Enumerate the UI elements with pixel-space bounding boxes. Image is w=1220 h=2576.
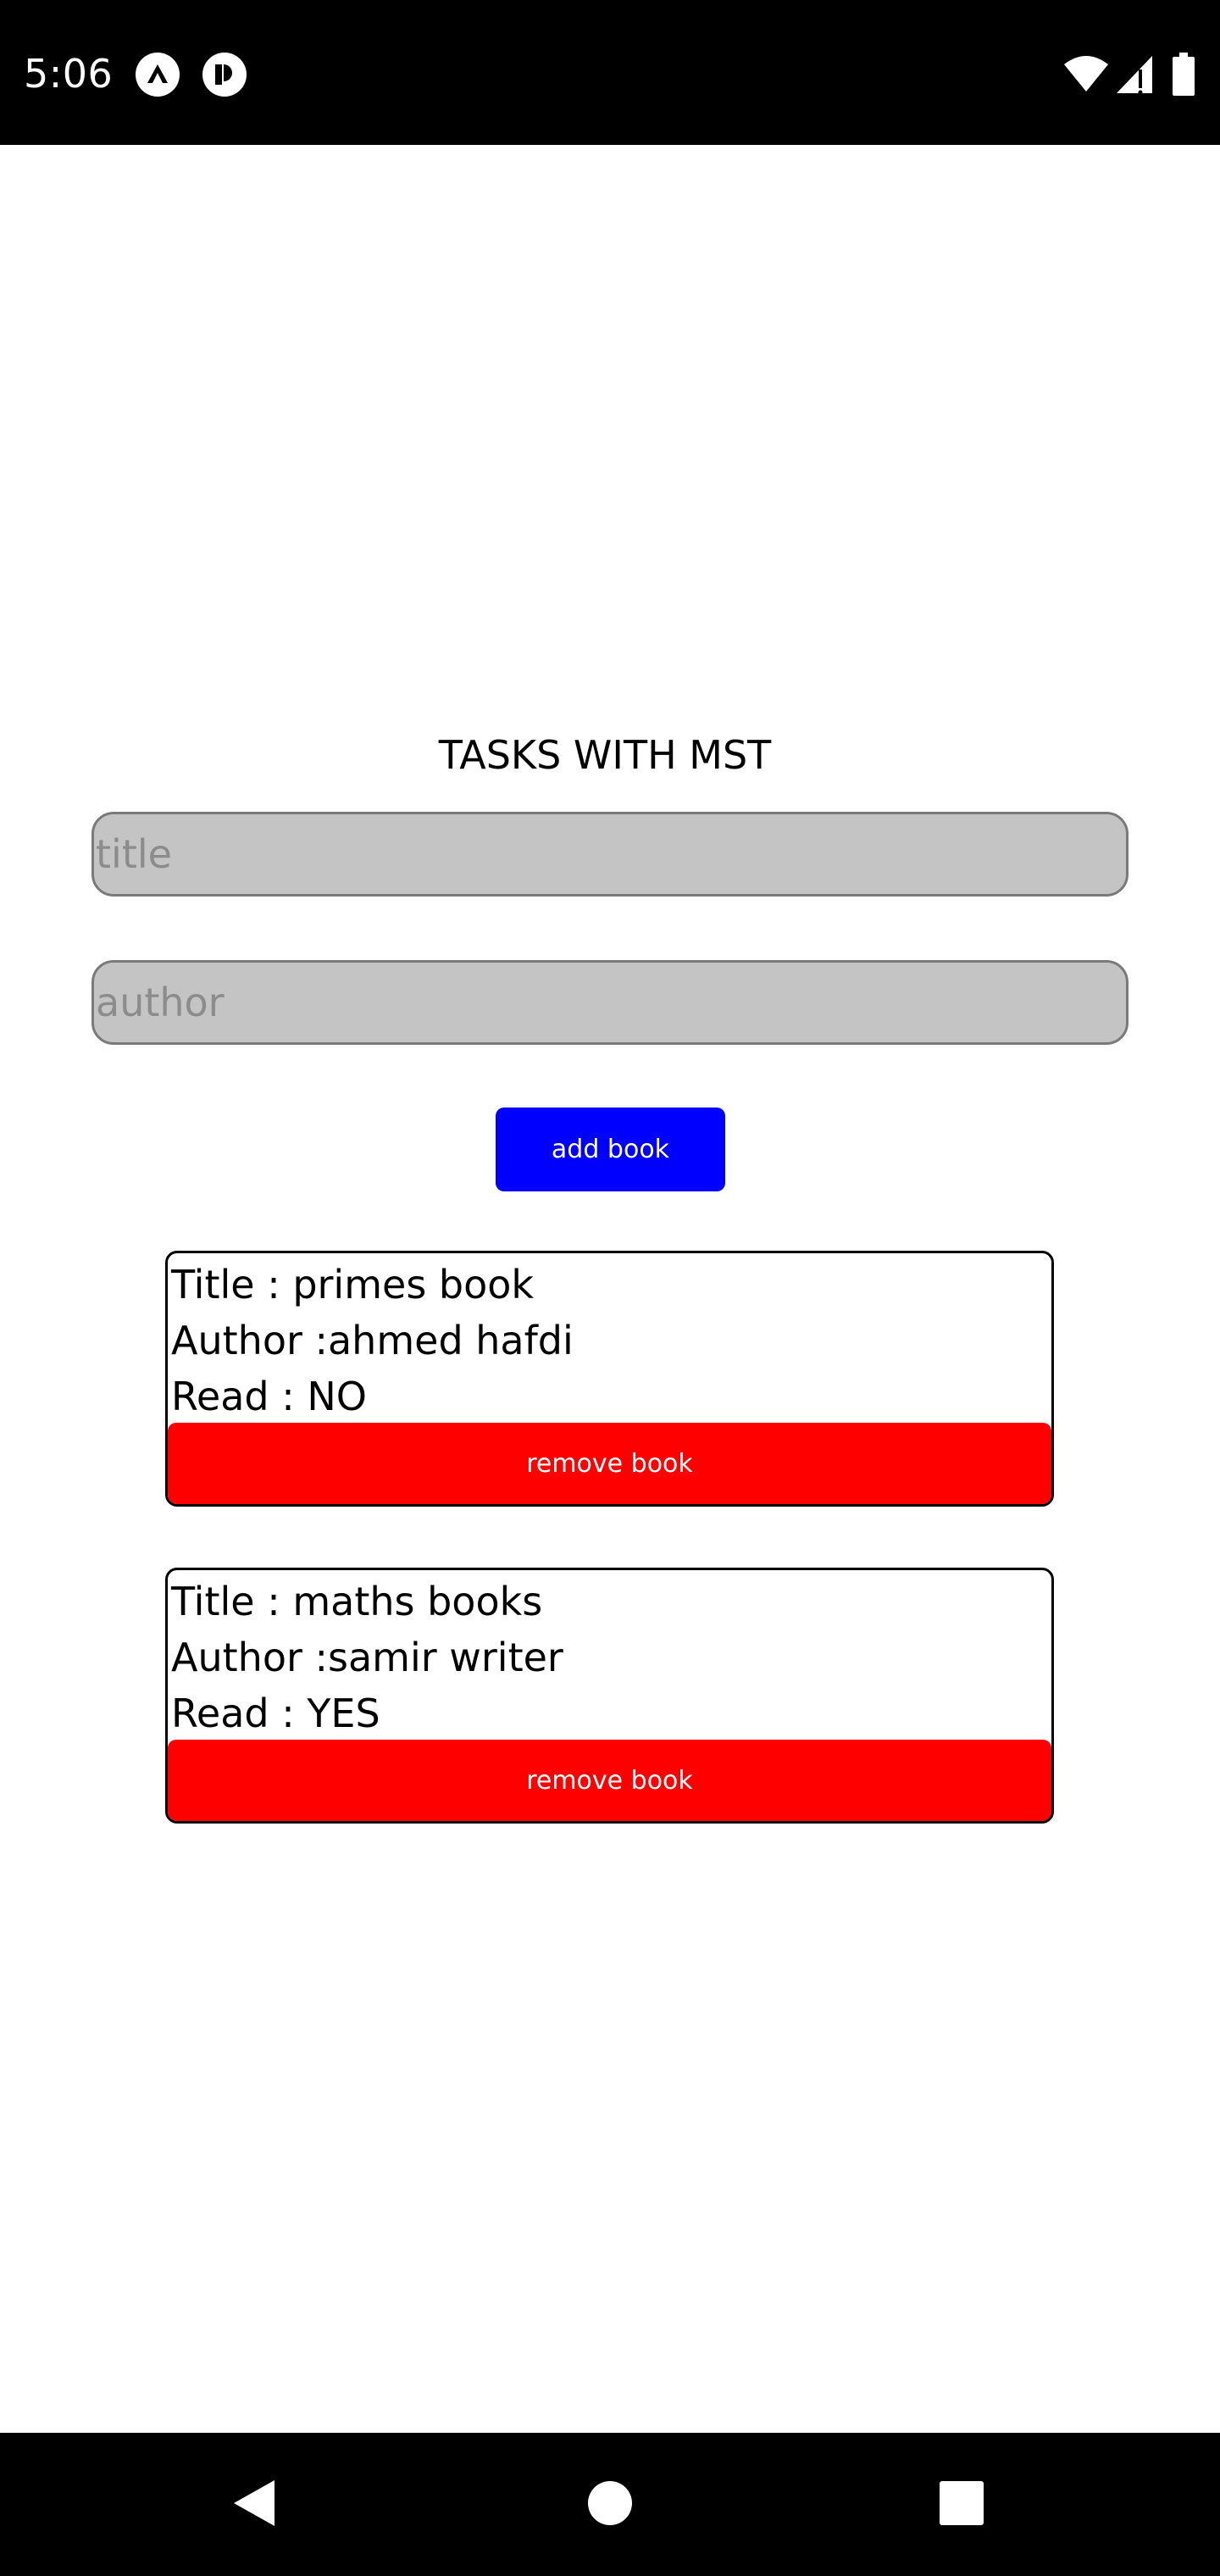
wifi-icon xyxy=(1062,53,1110,97)
add-book-button[interactable]: add book xyxy=(496,1108,725,1191)
book-read-status: Read : NO xyxy=(171,1374,367,1419)
app-a-icon xyxy=(136,53,180,97)
cell-signal-icon xyxy=(1115,53,1154,97)
home-icon[interactable] xyxy=(582,2475,638,2531)
app-r-icon xyxy=(202,53,247,97)
battery-icon xyxy=(1171,53,1196,97)
book-author: Author :samir writer xyxy=(171,1635,563,1680)
book-card: Title : maths books Author :samir writer… xyxy=(165,1568,1054,1824)
author-input[interactable] xyxy=(92,960,1128,1045)
book-title: Title : maths books xyxy=(171,1579,543,1624)
title-input[interactable] xyxy=(92,812,1128,897)
book-card: Title : primes book Author :ahmed hafdi … xyxy=(165,1251,1054,1507)
status-time: 5:06 xyxy=(24,51,114,97)
back-icon[interactable] xyxy=(227,2475,283,2531)
navigation-bar xyxy=(0,2433,1220,2576)
remove-book-button[interactable]: remove book xyxy=(168,1740,1051,1821)
book-title: Title : primes book xyxy=(171,1262,535,1307)
status-bar: 5:06 xyxy=(0,0,1220,145)
book-read-status: Read : YES xyxy=(171,1690,380,1736)
book-author: Author :ahmed hafdi xyxy=(171,1318,574,1363)
remove-book-button[interactable]: remove book xyxy=(168,1423,1051,1504)
recents-icon[interactable] xyxy=(934,2475,990,2531)
page-title: TASKS WITH MST xyxy=(438,732,772,778)
